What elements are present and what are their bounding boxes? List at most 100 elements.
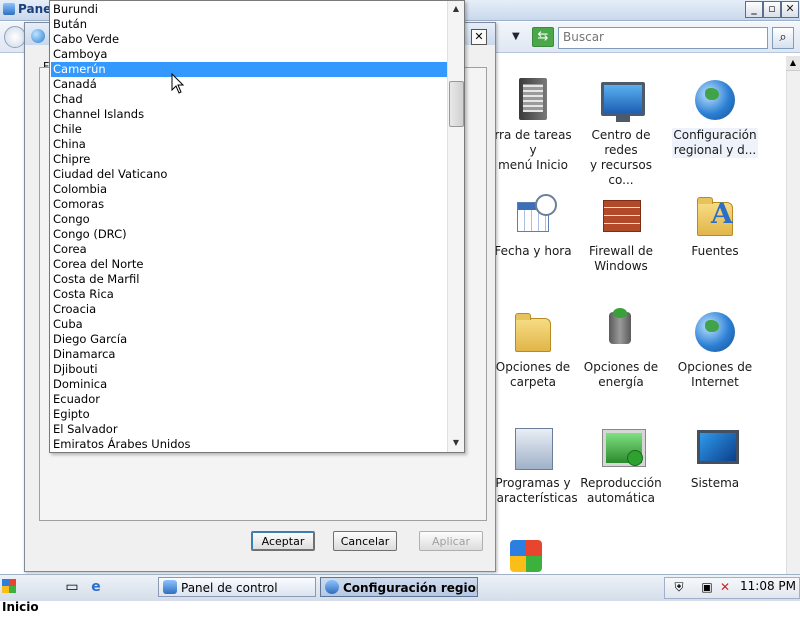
refresh-button[interactable]: ⇆ [532,27,554,47]
internet-explorer-icon[interactable]: e [88,579,104,595]
dialog-close-button[interactable]: ✕ [471,29,487,45]
country-option[interactable]: Diego García [51,332,447,347]
control-panel-icon [3,3,15,15]
item-label: energía [598,375,644,389]
country-option[interactable]: Corea [51,242,447,257]
item-label: menú Inicio [498,158,568,172]
cp-item-network[interactable]: Centro de redes y recursos co... [578,76,664,188]
show-desktop-icon[interactable]: ▭ [64,579,80,595]
accept-button[interactable]: Aceptar [251,531,315,551]
control-panel-icon [163,580,177,594]
scrollbar-thumb[interactable] [449,81,464,127]
programs-icon [509,424,557,472]
firewall-icon [597,192,645,240]
country-option[interactable]: Channel Islands [51,107,447,122]
item-label: regional y d... [672,143,758,158]
country-option[interactable]: Egipto [51,407,447,422]
maximize-button[interactable]: ▫ [763,1,781,18]
task-control-panel[interactable]: Panel de control [158,577,316,597]
internet-options-icon [691,308,739,356]
calendar-clock-icon [509,192,557,240]
country-option[interactable]: Comoras [51,197,447,212]
country-option[interactable]: Colombia [51,182,447,197]
country-option[interactable]: Dinamarca [51,347,447,362]
globe-icon [691,76,739,124]
country-option[interactable]: Chad [51,92,447,107]
country-option[interactable]: Croacia [51,302,447,317]
windows-update-icon[interactable] [506,536,546,574]
cp-item-datetime[interactable]: Fecha y hora [490,192,576,259]
cp-item-folder-options[interactable]: Opciones de carpeta [490,308,576,390]
scroll-up-icon[interactable]: ▲ [786,56,800,71]
cp-item-power[interactable]: Opciones de energía [578,308,664,390]
scroll-down-icon[interactable]: ▼ [448,435,464,451]
item-label: Fecha y hora [494,244,572,258]
country-option[interactable]: Canadá [51,77,447,92]
country-option[interactable]: El Salvador [51,422,447,437]
cancel-button[interactable]: Cancelar [333,531,397,551]
country-option[interactable]: Ciudad del Vaticano [51,167,447,182]
country-option[interactable]: Cabo Verde [51,32,447,47]
clock[interactable]: 11:08 PM [740,579,796,593]
country-option[interactable]: Congo (DRC) [51,227,447,242]
back-button[interactable] [4,26,26,48]
country-option[interactable]: Ecuador [51,392,447,407]
cp-item-taskbar[interactable]: rra de tareas y menú Inicio [490,76,576,173]
search-icon[interactable]: ⌕ [772,27,794,49]
country-option[interactable]: Burundi [51,2,447,17]
item-label: rra de tareas y [494,128,572,157]
country-option[interactable]: Chipre [51,152,447,167]
search-input[interactable] [559,28,767,46]
cp-item-system[interactable]: Sistema [672,424,758,491]
country-option[interactable]: Camerún [51,62,447,77]
country-items: Burundi Bután Cabo Verde Camboya Camerún Cana… [51,2,447,452]
minimize-button[interactable]: _ [745,1,763,18]
task-regional-config[interactable]: Configuración regiona... [320,577,478,597]
cp-item-programs[interactable]: Programas y características [490,424,578,506]
item-label: Reproducción [580,476,662,490]
start-label: Inicio [2,600,39,614]
power-plug-icon [597,308,645,356]
address-dropdown-arrow-icon[interactable]: ▼ [512,31,520,42]
network-disconnected-icon[interactable]: ▣ [700,580,714,594]
windows-logo-icon [2,579,16,593]
cp-item-autoplay[interactable]: Reproducción automática [578,424,664,506]
country-option[interactable]: Costa Rica [51,287,447,302]
item-label: características [490,491,578,505]
country-option[interactable]: Corea del Norte [51,257,447,272]
country-option[interactable]: China [51,137,447,152]
item-label: Opciones de [677,360,753,374]
globe-icon [31,29,45,43]
country-option[interactable]: Costa de Marfil [51,272,447,287]
content-scrollbar[interactable] [786,56,800,574]
country-option[interactable]: Bután [51,17,447,32]
close-button[interactable]: ✕ [781,1,799,18]
country-option[interactable]: Camboya [51,47,447,62]
fonts-folder-icon: A [691,192,739,240]
country-option[interactable]: Chile [51,122,447,137]
country-option[interactable]: Djibouti [51,362,447,377]
country-option[interactable]: Emiratos Árabes Unidos [51,437,447,452]
cp-item-regional[interactable]: Configuración regional y d... [672,76,758,158]
scroll-up-icon[interactable]: ▲ [448,1,464,17]
security-icon[interactable]: ⛨ [672,580,686,594]
country-option[interactable]: Congo [51,212,447,227]
start-button[interactable]: Inicio [2,577,54,614]
item-label: Opciones de [495,360,571,374]
volume-muted-icon[interactable]: ✕ [718,580,732,594]
cp-item-fonts[interactable]: A Fuentes [672,192,758,259]
country-dropdown-list[interactable]: Burundi Bután Cabo Verde Camboya Camerún Cana… [49,0,465,453]
item-label: y recursos co... [590,158,652,187]
apply-button[interactable]: Aplicar [419,531,483,551]
network-icon [597,76,645,124]
item-label: carpeta [510,375,556,389]
country-option[interactable]: Cuba [51,317,447,332]
cp-item-internet-options[interactable]: Opciones de Internet [672,308,758,390]
search-field[interactable] [558,27,768,49]
globe-icon [325,580,339,594]
item-label: Centro de redes [591,128,651,157]
country-option[interactable]: Dominica [51,377,447,392]
list-scrollbar[interactable]: ▲ ▼ [447,1,464,452]
item-label: Opciones de [583,360,659,374]
cp-item-firewall[interactable]: Firewall de Windows [578,192,664,274]
